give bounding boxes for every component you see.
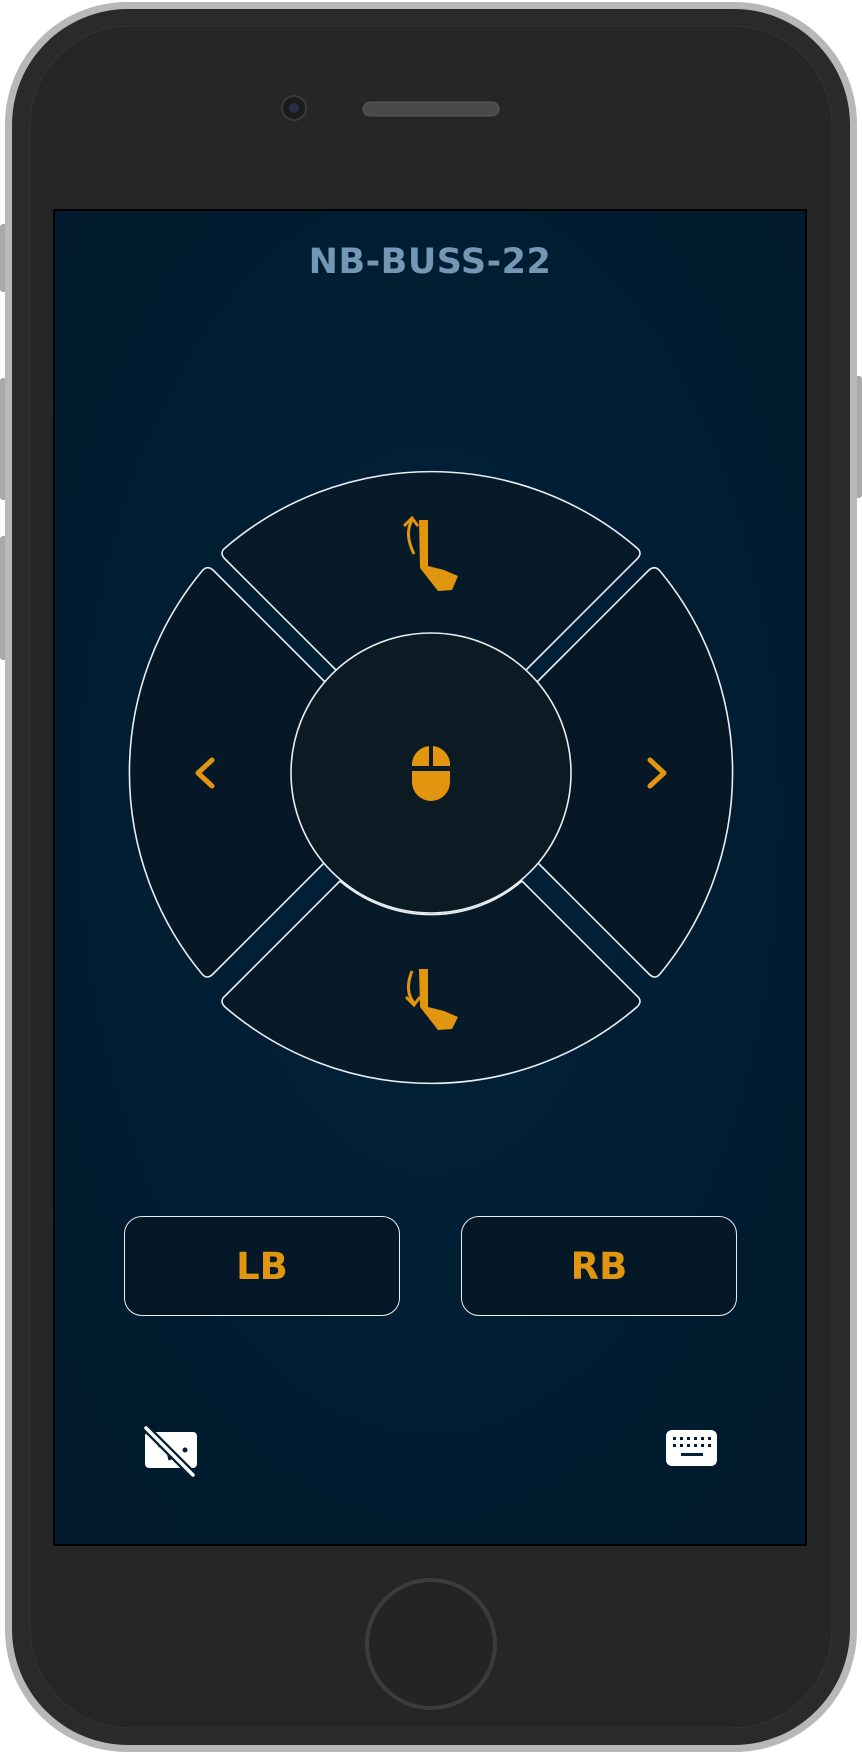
left-click-button[interactable]: LB: [124, 1216, 400, 1316]
phone-mockup: NB-BUSS-22 LB RB: [0, 0, 862, 1754]
keyboard-button[interactable]: [662, 1426, 720, 1470]
right-click-button[interactable]: RB: [461, 1216, 737, 1316]
screen-off-button[interactable]: [140, 1422, 202, 1478]
device-title: NB-BUSS-22: [308, 242, 552, 282]
